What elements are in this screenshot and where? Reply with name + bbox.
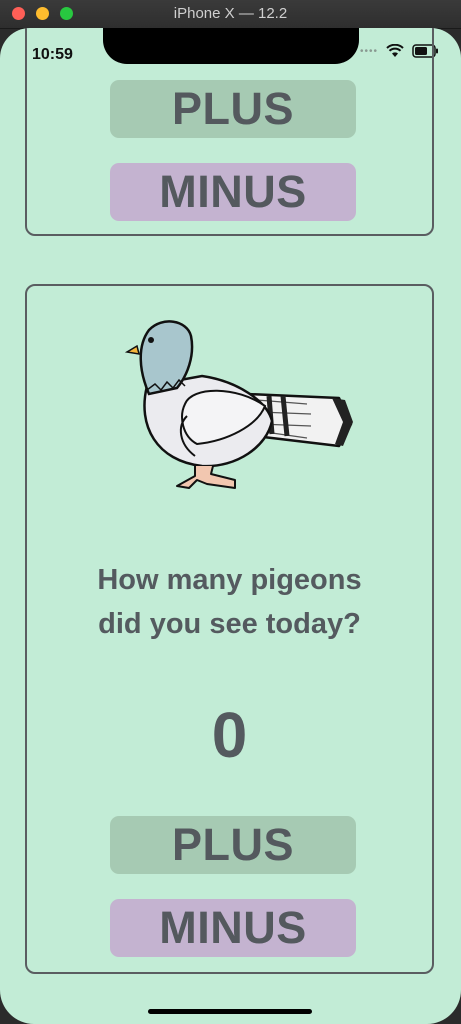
pigeon-question: How many pigeons did you see today? (27, 558, 432, 646)
previous-counter-card: PLUS MINUS (25, 28, 434, 236)
pigeon-counter-card: How many pigeons did you see today? 0 PL… (25, 284, 434, 974)
pigeon-count: 0 (211, 699, 248, 771)
plus-button-top[interactable]: PLUS (110, 80, 356, 138)
window-titlebar: iPhone X — 12.2 (0, 0, 461, 29)
minus-button[interactable]: MINUS (110, 899, 356, 957)
minus-button-top[interactable]: MINUS (110, 163, 356, 221)
plus-button[interactable]: PLUS (110, 816, 356, 874)
pigeon-illustration (124, 320, 353, 489)
home-indicator[interactable] (148, 1009, 312, 1014)
question-line-1: How many pigeons (97, 564, 362, 596)
phone-screen: 10:59 •••• PLUS MINUS How many pigeons d… (0, 28, 461, 1024)
window-title: iPhone X — 12.2 (173, 5, 288, 22)
question-line-2: did you see today? (98, 608, 361, 640)
